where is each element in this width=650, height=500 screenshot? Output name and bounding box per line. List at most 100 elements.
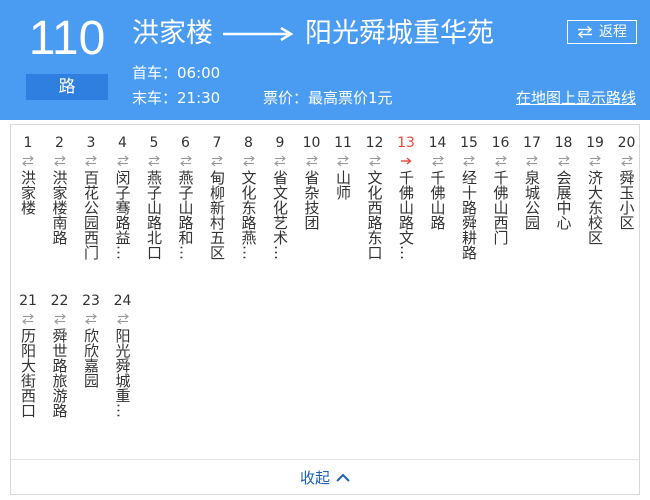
stop-name: 文化东路燕… <box>239 170 258 260</box>
stop-number: 13 <box>397 135 415 151</box>
stop-number: 7 <box>212 135 222 151</box>
stop-name: 山师 <box>334 170 352 200</box>
stops-panel: 1 洪家楼 2 洪家楼南路 3 百花公园西门 4 闵子骞路益… 5 燕子山路北口 6 燕子山路和… 7 甸… <box>10 124 640 460</box>
bus-stop-11[interactable]: 11 山师 <box>329 135 357 200</box>
bidirectional-arrows-icon <box>22 155 34 167</box>
swap-arrows-icon <box>577 26 593 38</box>
bus-stop-23[interactable]: 23 欣欣嘉园 <box>77 293 105 388</box>
bus-stop-4[interactable]: 4 闵子骞路益… <box>109 135 137 260</box>
stop-name: 千佛山路 <box>428 170 447 230</box>
right-arrow-icon <box>401 157 412 165</box>
bus-stop-2[interactable]: 2 洪家楼南路 <box>46 135 74 245</box>
bus-route-widget: 110 路 洪家楼 阳光舜城重华苑 返程 首车：06:00 末车：21:30 票… <box>0 0 650 500</box>
bidirectional-arrows-icon <box>211 155 223 167</box>
stop-number: 11 <box>334 135 352 151</box>
stop-number: 4 <box>118 135 127 151</box>
stop-number: 21 <box>19 293 37 309</box>
bus-stop-14[interactable]: 14 千佛山路 <box>424 135 452 230</box>
stop-name: 舜玉小区 <box>617 170 636 230</box>
stop-name: 历阳大街西口 <box>19 328 37 418</box>
bus-stop-15[interactable]: 15 经十路舜耕路 <box>455 135 483 260</box>
show-route-on-map-link[interactable]: 在地图上显示路线 <box>516 87 636 108</box>
bus-stop-21[interactable]: 21 历阳大街西口 <box>14 293 42 418</box>
bus-stop-7[interactable]: 7 甸柳新村五区 <box>203 135 231 260</box>
stop-name: 省文化艺术… <box>271 170 289 260</box>
stop-number: 10 <box>302 135 321 151</box>
route-suffix: 路 <box>26 74 108 100</box>
bus-stop-9[interactable]: 9 省文化艺术… <box>266 135 294 260</box>
bus-stop-12[interactable]: 12 文化西路东口 <box>361 135 389 260</box>
bidirectional-arrows-icon <box>337 155 349 167</box>
stop-name: 泉城公园 <box>523 170 541 230</box>
bidirectional-arrows-icon <box>116 313 129 325</box>
fare-info: 票价：最高票价1元 <box>263 89 393 107</box>
bidirectional-arrows-icon <box>494 155 507 167</box>
chevron-up-icon <box>336 473 350 482</box>
bidirectional-arrows-icon <box>85 155 97 167</box>
bidirectional-arrows-icon <box>242 155 255 167</box>
bus-stop-8[interactable]: 8 文化东路燕… <box>235 135 263 260</box>
stop-name: 经十路舜耕路 <box>460 170 478 260</box>
bus-stop-24[interactable]: 24 阳光舜城重… <box>109 293 137 418</box>
return-button[interactable]: 返程 <box>567 20 637 44</box>
bus-stop-13[interactable]: 13 千佛山路文… <box>392 135 420 260</box>
bus-stop-5[interactable]: 5 燕子山路北口 <box>140 135 168 260</box>
stop-name: 千佛山西门 <box>491 170 510 245</box>
stop-name: 闵子骞路益… <box>113 170 132 260</box>
collapse-label: 收起 <box>299 468 330 487</box>
bidirectional-arrows-icon <box>589 155 601 167</box>
route-number: 110 <box>28 12 106 65</box>
bus-stop-3[interactable]: 3 百花公园西门 <box>77 135 105 260</box>
bus-stop-17[interactable]: 17 泉城公园 <box>518 135 546 230</box>
bidirectional-arrows-icon <box>179 155 192 167</box>
bus-stop-20[interactable]: 20 舜玉小区 <box>613 135 641 230</box>
stop-name: 燕子山路和… <box>176 170 195 260</box>
bus-stop-19[interactable]: 19 济大东校区 <box>581 135 609 245</box>
bus-stop-6[interactable]: 6 燕子山路和… <box>172 135 200 260</box>
stop-name: 省杂技团 <box>302 170 321 230</box>
bidirectional-arrows-icon <box>116 155 129 167</box>
stop-number: 9 <box>275 135 285 151</box>
bidirectional-arrows-icon <box>148 155 160 167</box>
stop-number: 12 <box>365 135 384 151</box>
route-destination: 阳光舜城重华苑 <box>305 18 494 49</box>
bus-stop-16[interactable]: 16 千佛山西门 <box>487 135 515 245</box>
first-bus-time: 首车：06:00 <box>132 64 221 82</box>
bidirectional-arrows-icon <box>557 155 570 167</box>
stop-name: 百花公园西门 <box>82 170 100 260</box>
stop-name: 济大东校区 <box>586 170 604 245</box>
stop-number: 5 <box>149 135 159 151</box>
stop-number: 22 <box>50 293 69 309</box>
stop-number: 1 <box>23 135 33 151</box>
route-origin: 洪家楼 <box>132 18 213 49</box>
bidirectional-arrows-icon <box>53 155 66 167</box>
return-label: 返程 <box>599 24 627 40</box>
stop-name: 洪家楼 <box>19 170 37 215</box>
stop-number: 18 <box>554 135 573 151</box>
stop-name: 欣欣嘉园 <box>82 328 100 388</box>
stop-number: 15 <box>460 135 478 151</box>
bidirectional-arrows-icon <box>368 155 381 167</box>
route-header: 110 路 洪家楼 阳光舜城重华苑 返程 首车：06:00 末车：21:30 票… <box>0 0 650 120</box>
stop-number: 24 <box>113 293 132 309</box>
route-title: 洪家楼 阳光舜城重华苑 <box>132 14 494 54</box>
bus-stop-22[interactable]: 22 舜世路旅游路 <box>46 293 74 418</box>
bidirectional-arrows-icon <box>431 155 444 167</box>
stop-number: 17 <box>523 135 541 151</box>
stop-number: 8 <box>244 135 253 151</box>
stop-name: 舜世路旅游路 <box>50 328 69 418</box>
bus-stop-18[interactable]: 18 会展中心 <box>550 135 578 230</box>
bus-stop-10[interactable]: 10 省杂技团 <box>298 135 326 230</box>
bidirectional-arrows-icon <box>274 155 286 167</box>
stop-number: 2 <box>55 135 64 151</box>
long-right-arrow-icon <box>223 27 294 41</box>
bus-stop-1[interactable]: 1 洪家楼 <box>14 135 42 215</box>
collapse-button[interactable]: 收起 <box>10 459 640 495</box>
stop-number: 3 <box>86 135 96 151</box>
stop-name: 洪家楼南路 <box>50 170 69 245</box>
stop-name: 千佛山路文… <box>397 170 415 260</box>
stop-number: 14 <box>428 135 447 151</box>
stop-name: 燕子山路北口 <box>145 170 163 260</box>
stop-number: 19 <box>586 135 604 151</box>
stop-name: 阳光舜城重… <box>113 328 132 418</box>
